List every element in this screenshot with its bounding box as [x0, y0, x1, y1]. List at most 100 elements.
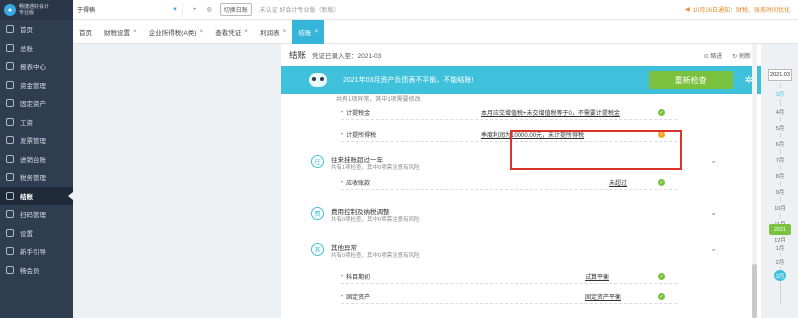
add-icon[interactable]: +: [193, 7, 197, 13]
sidebar-item-label: 结账: [20, 193, 33, 201]
close-icon[interactable]: ×: [314, 28, 318, 35]
sidebar-item-label: 税务管理: [20, 175, 46, 183]
notice-bar[interactable]: ◀ 10月26日通知：财税、账务时间优化: [685, 5, 790, 14]
scan-icon: [6, 210, 14, 219]
tab-profit-statement[interactable]: 利润表 ×: [254, 20, 292, 44]
tab-label: 利润表: [260, 29, 280, 37]
error-banner: 2021年03月资产负债表不平衡，不能结账! 重新检查 ✲: [281, 66, 761, 94]
switch-ledger-button[interactable]: 切换日账: [219, 3, 252, 16]
sidebar-item-ledger[interactable]: 总账: [0, 39, 73, 58]
sidebar-item-label: 新手引导: [20, 249, 46, 257]
speaker-icon: ◀: [685, 7, 690, 13]
tab-bar: 首页 财税设置 × 企业所得税(A类) × 查看凭证 × 利润表 × 结账 ×: [73, 19, 798, 44]
account-name: 于得楠: [77, 8, 96, 14]
tab-closing[interactable]: 结账 ×: [292, 19, 325, 44]
tab-view-voucher[interactable]: 查看凭证 ×: [209, 20, 254, 44]
timeline-month[interactable]: 3月: [769, 88, 791, 99]
recheck-button[interactable]: 重新检查: [648, 71, 733, 89]
refresh-button[interactable]: ↻ 刷新: [732, 51, 751, 60]
sidebar: ● 畅捷通好会计 专业版 首页 总账 报表中心 资金管理 固定资产 工资 发票管…: [0, 0, 73, 318]
page-title: 结账: [289, 50, 307, 60]
owl-icon: [309, 73, 327, 87]
wallet-icon: [6, 80, 14, 89]
closing-panel: 结账 凭证已录入至：2021-03 ⊙ 缩进 ↻ 刷新 2021年03月资产负债…: [281, 44, 761, 318]
chevron-down-icon[interactable]: ⌄: [710, 156, 717, 165]
sidebar-item-label: 首页: [20, 27, 33, 35]
chevron-down-icon[interactable]: ⌄: [710, 208, 717, 217]
timeline-month[interactable]: 8月: [769, 170, 791, 181]
check-desc-link[interactable]: 本月应交增值税+未交增值税等于0，不需要计提税金: [481, 108, 620, 117]
settings-icon[interactable]: ◎: [207, 6, 212, 13]
sidebar-item-settings[interactable]: 设置: [0, 224, 73, 243]
other-icon: 其: [311, 243, 324, 256]
timeline-month[interactable]: 4月: [769, 106, 791, 117]
check-row: • 应收账款 未超过 ✓: [341, 176, 677, 190]
sidebar-item-home[interactable]: 首页: [0, 20, 73, 39]
check-desc-link[interactable]: 试算平衡: [585, 272, 609, 281]
sidebar-item-label: 报表中心: [20, 64, 46, 72]
sidebar-item-tax[interactable]: 税务管理: [0, 168, 73, 187]
scrollbar[interactable]: [752, 44, 757, 318]
check-label: 应收账款: [346, 181, 371, 187]
timeline-month[interactable]: 2月: [769, 256, 791, 267]
sidebar-item-payroll[interactable]: 工资: [0, 113, 73, 132]
section-other[interactable]: 其 其他异常 共有0项检查，其中0项需注意有风险 ⌄: [309, 240, 719, 262]
ledger-icon: [6, 43, 14, 52]
close-icon[interactable]: ×: [283, 28, 287, 35]
section-expense-control[interactable]: 费 费用控制及纳税调整 共有0项检查，其中0项需注意有风险 ⌄: [309, 204, 719, 226]
notice-text: 10月26日通知：财税、账务时间优化: [692, 8, 790, 14]
close-icon[interactable]: ×: [199, 28, 203, 35]
banner-message: 2021年03月资产负债表不平衡，不能结账!: [343, 77, 474, 84]
sidebar-item-label: 资金管理: [20, 82, 46, 90]
sidebar-item-member[interactable]: 畅会员: [0, 261, 73, 280]
refresh-label: 刷新: [738, 53, 751, 60]
scrollbar-thumb[interactable]: [752, 264, 757, 318]
invoice-icon: [6, 136, 14, 145]
check-label: 科目期初: [346, 275, 371, 281]
tab-label: 首页: [79, 29, 92, 37]
sidebar-item-closing[interactable]: 结账: [0, 186, 73, 205]
sidebar-item-invoices[interactable]: 发票管理: [0, 131, 73, 150]
logo-sub: 专业版: [19, 10, 35, 16]
sidebar-item-guide[interactable]: 新手引导: [0, 242, 73, 261]
close-icon[interactable]: ×: [133, 28, 137, 35]
sidebar-item-reports[interactable]: 报表中心: [0, 57, 73, 76]
timeline-current-month[interactable]: 3月: [774, 270, 786, 281]
sidebar-item-inventory[interactable]: 进销台账: [0, 150, 73, 169]
check-desc-link[interactable]: 固定资产平衡: [585, 292, 621, 301]
sidebar-item-label: 进销台账: [20, 156, 46, 164]
close-icon[interactable]: ×: [244, 28, 248, 35]
account-selector[interactable]: 于得楠 ▼: [73, 2, 183, 17]
check-row: • 计提税金 本月应交增值税+未交增值税等于0，不需要计提税金 ✓: [341, 106, 677, 120]
sidebar-item-label: 设置: [20, 230, 33, 238]
check-label: 计提税金: [346, 111, 371, 117]
timeline-month[interactable]: 7月: [769, 154, 791, 165]
timeline-month[interactable]: 9月: [769, 186, 791, 197]
section-subtitle: 共有0项检查，其中0项需注意有风险: [331, 217, 420, 223]
timeline-year-marker: 2021: [769, 224, 791, 235]
check-desc-link[interactable]: 未超过: [609, 178, 627, 187]
check-row: • 科目期初 试算平衡 ✓: [341, 270, 677, 284]
timeline-month[interactable]: 6月: [769, 138, 791, 149]
timeline-month[interactable]: 10月: [769, 202, 791, 213]
tab-income-tax[interactable]: 企业所得税(A类) ×: [143, 20, 209, 44]
sidebar-item-funds[interactable]: 资金管理: [0, 76, 73, 95]
sidebar-item-scan[interactable]: 扫码管理: [0, 205, 73, 224]
collapse-button[interactable]: ⊙ 缩进: [704, 51, 723, 60]
tab-label: 企业所得税(A类): [148, 29, 197, 37]
logo-icon: ●: [4, 4, 16, 16]
sidebar-item-label: 扫码管理: [20, 212, 46, 220]
ok-icon: ✓: [658, 293, 665, 300]
sidebar-item-label: 工资: [20, 119, 33, 127]
top-bar: 于得楠 ▼ + ◎ 切换日账 未认证 好会计专业版（新版） ◀ 10月26日通知…: [73, 0, 798, 20]
tab-tax-settings[interactable]: 财税设置 ×: [98, 20, 143, 44]
ok-icon: ✓: [658, 273, 665, 280]
tab-home[interactable]: 首页: [73, 20, 98, 44]
chevron-down-icon[interactable]: ⌄: [710, 244, 717, 253]
timeline-month[interactable]: 1月: [769, 242, 791, 253]
timeline-month[interactable]: 5月: [769, 122, 791, 133]
period-select[interactable]: 2021.03: [768, 69, 792, 81]
member-icon: [6, 265, 14, 274]
payroll-icon: [6, 117, 14, 126]
sidebar-item-fixed-assets[interactable]: 固定资产: [0, 94, 73, 113]
